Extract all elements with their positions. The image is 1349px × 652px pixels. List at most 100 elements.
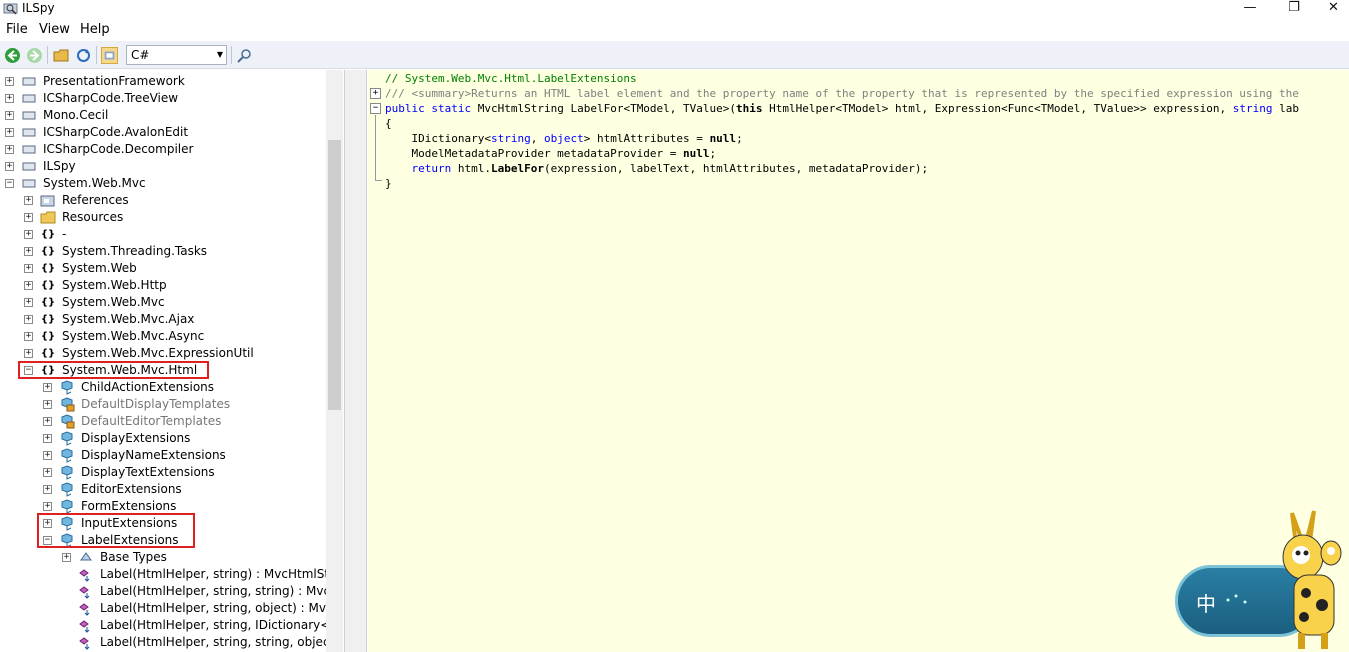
method-icon [79,569,90,582]
method-icon [79,586,90,599]
expand-icon[interactable]: + [5,145,14,154]
expand-icon[interactable]: + [24,298,33,307]
tree-item-label: Label(HtmlHelper, string) : MvcHtmlStri [100,567,338,581]
open-icon[interactable] [53,47,70,64]
expand-icon[interactable]: + [43,400,52,409]
expand-icon[interactable]: + [5,111,14,120]
expand-icon[interactable]: + [24,213,33,222]
tree-item-label: DisplayExtensions [81,431,191,445]
assembly-icon [22,94,36,103]
search-icon[interactable] [236,47,253,64]
expand-icon[interactable]: + [24,315,33,324]
expand-icon[interactable]: + [43,451,52,460]
expand-icon[interactable]: + [24,264,33,273]
code-keyword: return [385,162,452,175]
code-text: (expression, labelText, htmlAttributes, … [543,162,929,175]
internal-class-icon [61,414,75,429]
expand-icon[interactable]: + [24,230,33,239]
tree-scrollbar-thumb[interactable] [328,140,341,410]
toolbar-separator [47,46,48,64]
tree-item-label: PresentationFramework [43,74,185,88]
method-icon [79,620,90,633]
assembly-icon [22,145,36,154]
expand-icon[interactable]: + [43,434,52,443]
code-text: MvcHtmlString LabelFor<TModel, TValue>( [471,102,737,115]
menu-help[interactable]: Help [80,22,110,37]
tree-item-label: FormExtensions [81,499,177,513]
namespace-icon: {} [40,314,56,325]
static-class-icon [61,482,73,497]
code-brace-line: { [385,117,392,130]
menu-view[interactable]: View [39,22,70,37]
tree-item-label: System.Web.Http [62,278,167,292]
code-statement-line: ModelMetadataProvider metadataProvider =… [385,146,716,161]
tree-item-label: System.Web.Mvc [62,295,165,309]
title-bar: ILSpy — ❐ ✕ [0,0,1349,18]
expand-icon[interactable]: + [5,128,14,137]
namespace-icon: {} [40,280,56,291]
expand-icon[interactable]: + [24,196,33,205]
static-class-icon [61,499,73,514]
language-select[interactable]: C# ▼ [126,45,227,65]
decompiled-code-view[interactable]: // System.Web.Mvc.Html.LabelExtensions +… [368,70,1349,652]
collapse-icon[interactable]: − [5,179,14,188]
tree-item-label: Label(HtmlHelper, string, string, object… [100,635,339,649]
expand-icon[interactable]: + [43,417,52,426]
tree-item-label: Mono.Cecil [43,108,109,122]
folder-icon [40,211,56,224]
expand-icon[interactable]: + [62,553,71,562]
back-icon[interactable] [4,47,21,64]
forward-icon[interactable] [26,47,43,64]
fold-guide-line [375,115,376,181]
code-text: IDictionary< [385,132,491,145]
show-internal-icon[interactable] [101,47,118,64]
expand-icon[interactable]: + [24,349,33,358]
tree-item-label: System.Web [62,261,137,275]
namespace-icon: {} [40,348,56,359]
tree-item-label: ICSharpCode.Decompiler [43,142,194,156]
tree-item-label: ICSharpCode.TreeView [43,91,179,105]
assembly-icon [22,77,36,86]
reload-icon[interactable] [75,47,92,64]
tree-item-label: System.Web.Mvc.Ajax [62,312,195,326]
expand-icon[interactable]: + [24,281,33,290]
close-button[interactable]: ✕ [1318,0,1349,18]
tree-item-label: Label(HtmlHelper, string, object) : MvcH [100,601,342,615]
code-text: HtmlHelper<TModel> html, Expression<Func… [762,102,1233,115]
toolbar: C# ▼ [0,41,1349,69]
pane-splitter[interactable] [344,70,367,652]
tree-item-label: References [62,193,129,207]
fold-expand-icon[interactable]: + [370,88,381,99]
fold-guide-end [375,180,382,181]
tree-item-label: ILSpy [43,159,76,173]
fold-collapse-icon[interactable]: − [370,103,381,114]
static-class-icon [61,380,73,395]
menu-file[interactable]: File [6,22,28,37]
expand-icon[interactable]: + [5,94,14,103]
code-keyword: null [683,147,710,160]
code-method-link[interactable]: LabelFor [491,162,544,175]
maximize-button[interactable]: ❐ [1274,0,1314,18]
code-comment-line: // System.Web.Mvc.Html.LabelExtensions [385,72,637,85]
expand-icon[interactable]: + [5,162,14,171]
expand-icon[interactable]: + [24,247,33,256]
menu-bar: File View Help [0,20,1349,39]
language-value: C# [131,48,150,62]
tree-item-label: Label(HtmlHelper, string, string) : MvcH [100,584,340,598]
expand-icon[interactable]: + [43,502,52,511]
code-brace-line: } [385,177,392,190]
minimize-button[interactable]: — [1230,0,1270,18]
assembly-icon [22,128,36,137]
assembly-icon [22,179,36,188]
expand-icon[interactable]: + [43,485,52,494]
expand-icon[interactable]: + [43,468,52,477]
expand-icon[interactable]: + [5,77,14,86]
code-text: lab [1272,102,1299,115]
code-text: ; [709,147,717,160]
namespace-icon: {} [40,246,56,257]
expand-icon[interactable]: + [43,383,52,392]
code-keyword: public [385,102,425,115]
expand-icon[interactable]: + [24,332,33,341]
chevron-down-icon: ▼ [216,50,223,59]
code-statement-line: return html.LabelFor(expression, labelTe… [385,161,928,176]
